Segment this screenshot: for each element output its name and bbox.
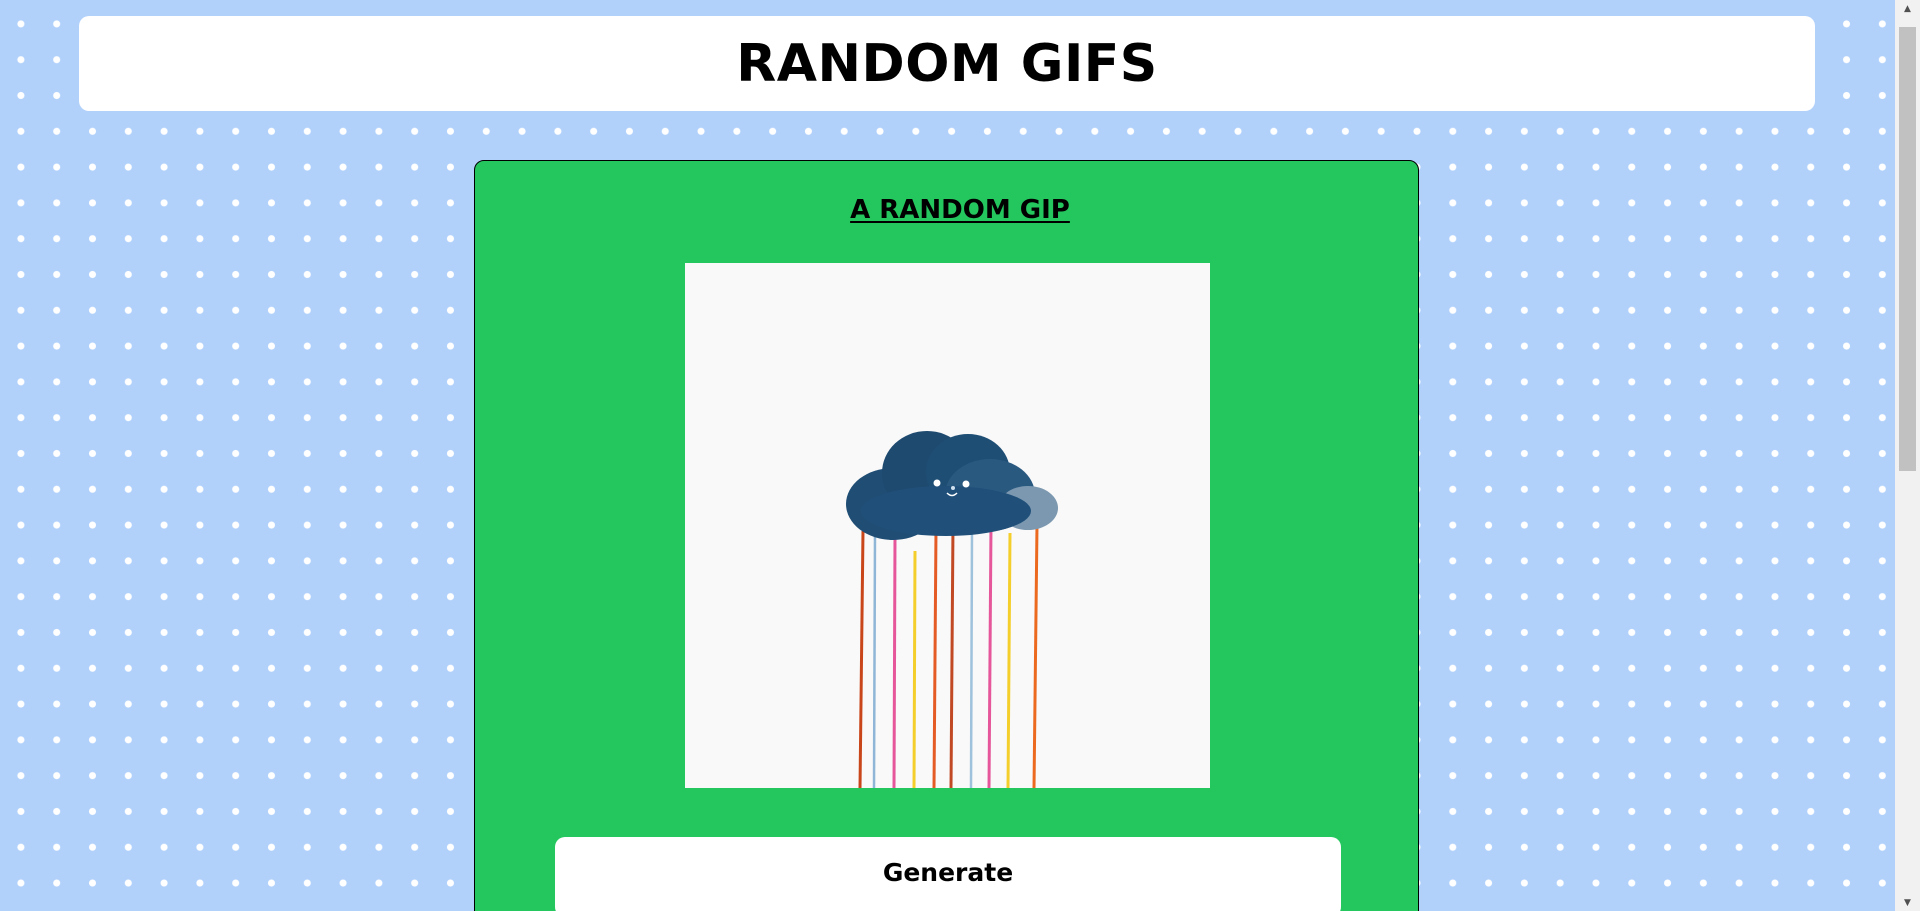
scrollbar-thumb[interactable] (1899, 27, 1916, 471)
page-header: RANDOM GIFS (79, 16, 1815, 111)
scroll-up-arrow-icon[interactable]: ▲ (1895, 0, 1920, 17)
random-gif-image (685, 263, 1210, 788)
page-title: RANDOM GIFS (736, 33, 1158, 94)
card-title: A RANDOM GIP (850, 195, 1070, 225)
scroll-down-arrow-icon[interactable]: ▼ (1895, 894, 1920, 911)
page-scrollbar[interactable]: ▲ ▼ (1895, 0, 1920, 911)
generate-button[interactable]: Generate (555, 837, 1341, 911)
rain-cloud-illustration (685, 263, 1210, 788)
